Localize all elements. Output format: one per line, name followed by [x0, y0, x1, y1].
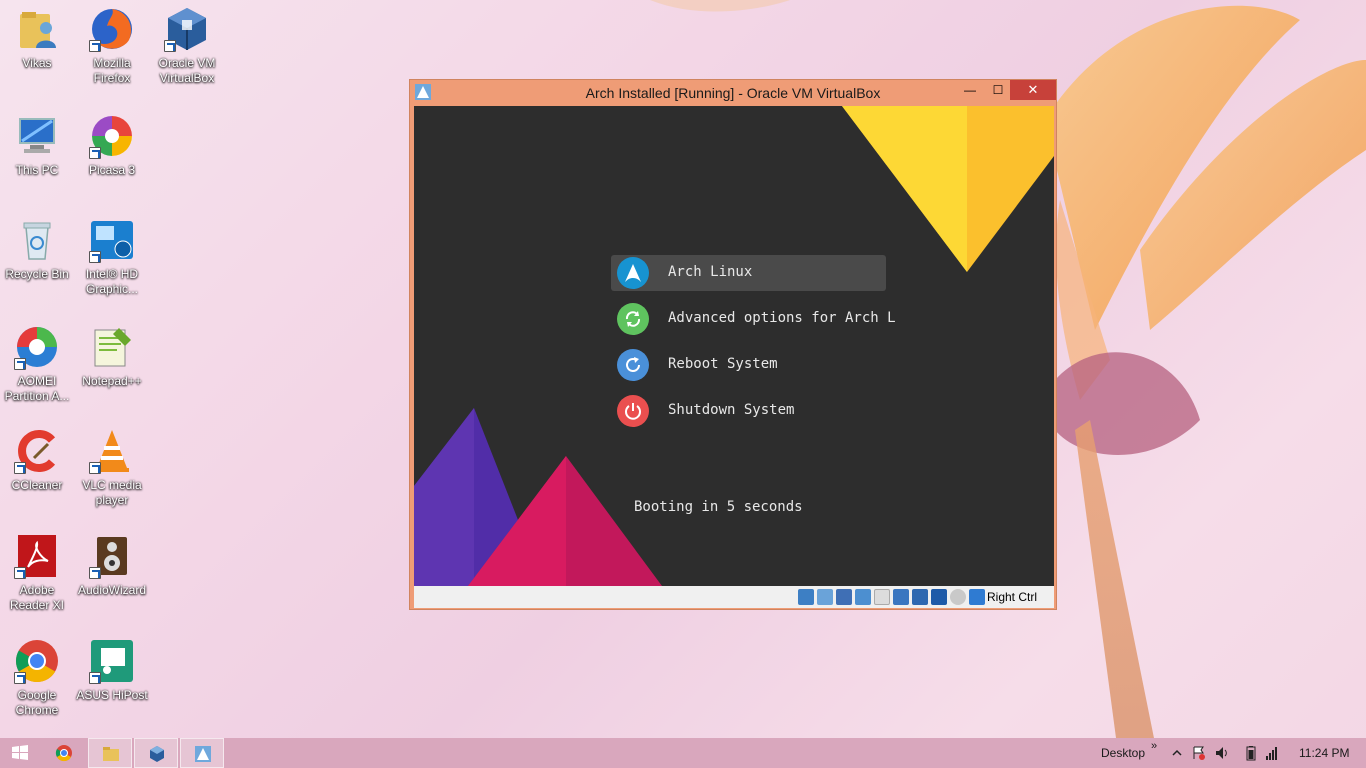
- shortcut-arrow-icon: [89, 567, 101, 579]
- close-button[interactable]: ✕: [1010, 80, 1056, 100]
- desktop-icon-audiowizard[interactable]: AudioWizard: [75, 533, 149, 598]
- shortcut-arrow-icon: [14, 462, 26, 474]
- display-icon[interactable]: [912, 589, 928, 605]
- boot-entry-shutdown[interactable]: Shutdown System: [611, 393, 886, 429]
- toolbar-chevron-icon[interactable]: »: [1151, 740, 1157, 752]
- taskbar-virtualbox-manager[interactable]: [134, 738, 178, 768]
- computer-icon: [14, 113, 60, 159]
- desktop-icon-aomei[interactable]: AOMEI Partition A...: [0, 324, 74, 404]
- network-icon[interactable]: [855, 589, 871, 605]
- vm-display[interactable]: Arch Linux Advanced options for Arch L R…: [414, 106, 1054, 586]
- virtualbox-icon: [150, 746, 164, 762]
- adobe-reader-icon: [14, 533, 60, 579]
- desktop-icon-vikas[interactable]: Vikas: [0, 6, 74, 71]
- folder-icon: [103, 747, 119, 761]
- shortcut-arrow-icon: [14, 672, 26, 684]
- desktop-icon-firefox[interactable]: Mozilla Firefox: [75, 6, 149, 86]
- shortcut-arrow-icon: [89, 40, 101, 52]
- taskbar-file-explorer[interactable]: [88, 738, 132, 768]
- optical-drive-icon[interactable]: [817, 589, 833, 605]
- desktop-icon-ccleaner[interactable]: CCleaner: [0, 428, 74, 493]
- shared-folders-icon[interactable]: [893, 589, 909, 605]
- recycle-bin-icon: [14, 217, 60, 263]
- minimize-button[interactable]: —: [956, 80, 984, 100]
- shortcut-arrow-icon: [14, 358, 26, 370]
- window-titlebar[interactable]: Arch Installed [Running] - Oracle VM Vir…: [410, 80, 1056, 106]
- maximize-button[interactable]: ☐: [984, 80, 1012, 100]
- chrome-icon: [55, 745, 72, 762]
- shortcut-arrow-icon: [89, 251, 101, 263]
- windows-logo-icon: [12, 745, 28, 760]
- refresh-icon: [617, 303, 649, 335]
- taskbar-chrome[interactable]: [42, 738, 86, 768]
- vm-window-icon: [195, 746, 211, 762]
- chrome-icon: [14, 638, 60, 684]
- usb-icon[interactable]: [874, 589, 890, 605]
- taskbar: Desktop » 11:24 PM: [0, 738, 1366, 768]
- notepad-plus-plus-icon: [89, 324, 135, 370]
- intel-graphics-icon: [89, 217, 135, 263]
- audiowizard-icon: [89, 533, 135, 579]
- desktop-icon-recycle-bin[interactable]: Recycle Bin: [0, 217, 74, 282]
- desktop-icon-adobe-reader[interactable]: Adobe Reader XI: [0, 533, 74, 613]
- reboot-icon: [617, 349, 649, 381]
- shortcut-arrow-icon: [14, 567, 26, 579]
- desktop-icon-picasa[interactable]: Picasa 3: [75, 113, 149, 178]
- audio-icon[interactable]: [836, 589, 852, 605]
- desktop-icon-google-chrome[interactable]: Google Chrome: [0, 638, 74, 718]
- host-key-arrow-icon: [969, 589, 985, 605]
- desktop-icon-asus-hipost[interactable]: ASUS HiPost: [75, 638, 149, 703]
- taskbar-vm-window[interactable]: [180, 738, 224, 768]
- asus-hipost-icon: [89, 638, 135, 684]
- show-hidden-icons-icon[interactable]: [1170, 745, 1184, 761]
- desktop-toolbar-label[interactable]: Desktop: [1101, 746, 1145, 760]
- vm-statusbar: Right Ctrl: [414, 586, 1054, 608]
- desktop-icon-vlc[interactable]: VLC media player: [75, 428, 149, 508]
- virtualization-icon[interactable]: [950, 589, 966, 605]
- battery-icon[interactable]: [1244, 745, 1258, 761]
- hard-disk-icon[interactable]: [798, 589, 814, 605]
- desktop-icon-notepad-plus-plus[interactable]: Notepad++: [75, 324, 149, 389]
- start-button[interactable]: [0, 738, 40, 768]
- system-clock[interactable]: 11:24 PM: [1299, 746, 1349, 760]
- shortcut-arrow-icon: [89, 147, 101, 159]
- virtualbox-window[interactable]: Arch Installed [Running] - Oracle VM Vir…: [409, 79, 1057, 610]
- network-signal-icon[interactable]: [1265, 745, 1279, 761]
- shortcut-arrow-icon: [164, 40, 176, 52]
- boot-countdown: Booting in 5 seconds: [634, 499, 803, 515]
- desktop-icon-this-pc[interactable]: This PC: [0, 113, 74, 178]
- power-icon: [617, 395, 649, 427]
- vlc-icon: [89, 428, 135, 474]
- host-key-label: Right Ctrl: [987, 590, 1038, 604]
- volume-icon[interactable]: [1215, 745, 1229, 761]
- desktop-icon-virtualbox[interactable]: Oracle VM VirtualBox: [150, 6, 224, 86]
- boot-entry-arch-linux[interactable]: Arch Linux: [611, 255, 886, 291]
- boot-entry-advanced-options[interactable]: Advanced options for Arch L: [611, 301, 896, 337]
- video-capture-icon[interactable]: [931, 589, 947, 605]
- action-center-flag-icon[interactable]: [1192, 745, 1206, 761]
- picasa-icon: [89, 113, 135, 159]
- aomei-icon: [14, 324, 60, 370]
- shortcut-arrow-icon: [89, 672, 101, 684]
- boot-entry-reboot[interactable]: Reboot System: [611, 347, 886, 383]
- desktop-icon-intel-hd[interactable]: Intel® HD Graphic...: [75, 217, 149, 297]
- user-folder-icon: [14, 6, 60, 52]
- virtualbox-icon: [164, 6, 210, 52]
- arch-icon: [617, 257, 649, 289]
- shortcut-arrow-icon: [89, 462, 101, 474]
- ccleaner-icon: [14, 428, 60, 474]
- firefox-icon: [89, 6, 135, 52]
